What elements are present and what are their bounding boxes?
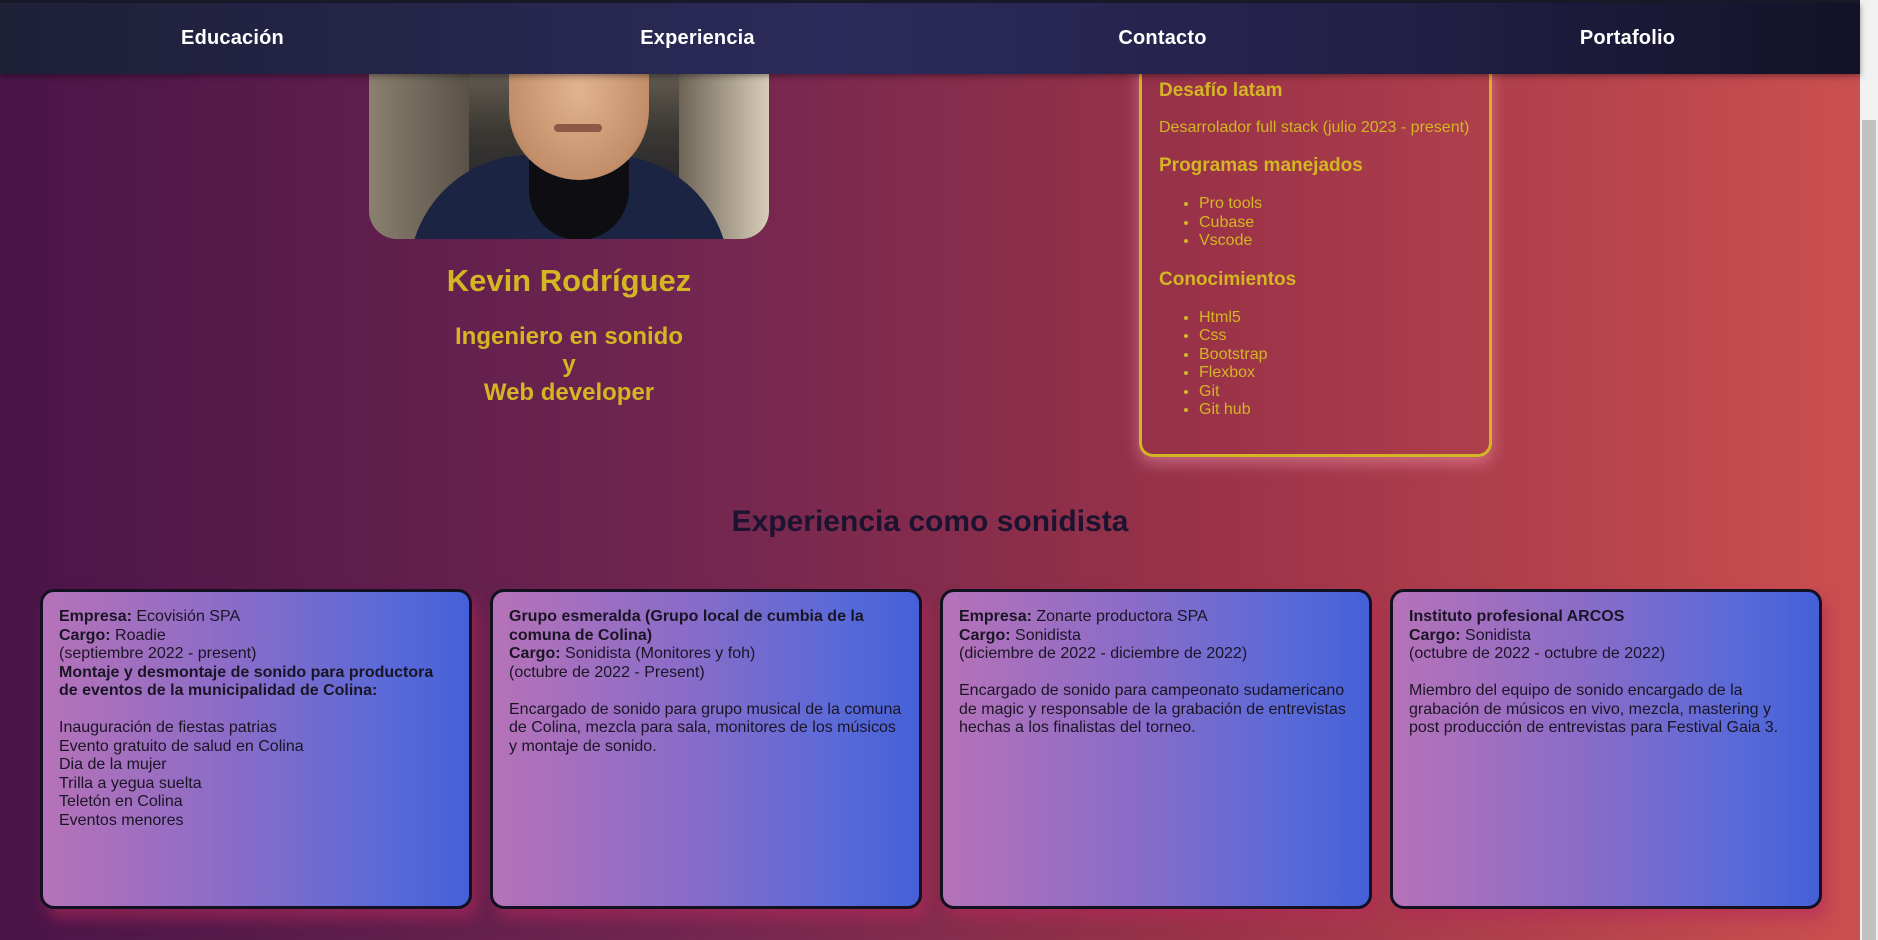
- card-dates: (octubre de 2022 - octubre de 2022): [1409, 645, 1666, 662]
- programs-list: Pro tools Cubase Vscode: [1159, 195, 1489, 251]
- company-name: Ecovisión SPA: [136, 608, 241, 625]
- list-item: Git hub: [1199, 401, 1489, 420]
- card-role-line: Cargo: Sonidista: [959, 627, 1353, 646]
- knowledge-heading: Conocimientos: [1159, 268, 1297, 290]
- card-role-line: Cargo: Sonidista: [1409, 627, 1803, 646]
- role-value: Roadie: [115, 626, 166, 644]
- programs-heading: Programas manejados: [1159, 155, 1363, 176]
- list-item: Bootstrap: [1199, 346, 1489, 365]
- card-role-line: Cargo: Sonidista (Monitores y foh): [509, 645, 903, 664]
- company-name: Grupo esmeralda (Grupo local de cumbia d…: [509, 608, 864, 644]
- card-role-line: Cargo: Roadie: [59, 627, 453, 646]
- profile-name: Kevin Rodríguez: [446, 263, 692, 298]
- list-item: Vscode: [1199, 232, 1489, 251]
- role-value: Sonidista: [1015, 626, 1081, 644]
- card-description: Encargado de sonido para grupo musical d…: [509, 700, 902, 755]
- event-item: Inauguración de fiestas patrias: [59, 719, 277, 736]
- experience-card-zonarte: Empresa: Zonarte productora SPA Cargo: S…: [940, 589, 1372, 909]
- company-label: Empresa:: [959, 608, 1032, 625]
- subtitle-line-1: Ingeniero en sonido: [454, 323, 683, 350]
- list-item: Flexbox: [1199, 364, 1489, 383]
- card-company-line: Empresa: Ecovisión SPA: [59, 608, 453, 627]
- card-description: Encargado de sonido para campeonato suda…: [959, 682, 1346, 736]
- card-company-line: Empresa: Zonarte productora SPA: [959, 608, 1353, 627]
- event-item: Evento gratuito de salud en Colina: [59, 737, 304, 755]
- card-dates: (octubre de 2022 - Present): [509, 663, 705, 681]
- scrollbar-thumb[interactable]: [1862, 120, 1876, 940]
- event-item: Eventos menores: [59, 811, 184, 829]
- list-item: Git: [1199, 383, 1489, 402]
- info-panel: Desafío latam Desarrolador full stack (j…: [1139, 56, 1492, 457]
- company-name: Zonarte productora SPA: [1036, 608, 1208, 625]
- current-job: Desarrolador full stack (julio 2023 - pr…: [1159, 119, 1470, 136]
- experience-card-esmeralda: Grupo esmeralda (Grupo local de cumbia d…: [490, 589, 922, 909]
- main-navbar: Educación Experiencia Contacto Portafoli…: [0, 3, 1860, 74]
- experience-cards: Empresa: Ecovisión SPA Cargo: Roadie (se…: [40, 589, 1824, 909]
- nav-link-contacto[interactable]: Contacto: [933, 27, 1393, 50]
- nav-link-experiencia[interactable]: Experiencia: [468, 27, 928, 50]
- list-item: Pro tools: [1199, 195, 1489, 214]
- card-dates: (septiembre 2022 - present): [59, 645, 257, 662]
- experience-card-ecovision: Empresa: Ecovisión SPA Cargo: Roadie (se…: [40, 589, 472, 909]
- role-label: Cargo:: [959, 626, 1011, 644]
- card-description: Miembro del equipo de sonido encargado d…: [1409, 682, 1779, 736]
- role-label: Cargo:: [59, 626, 111, 644]
- event-item: Trilla a yegua suelta: [59, 774, 202, 792]
- company-label: Empresa:: [59, 608, 132, 625]
- event-item: Teletón en Colina: [59, 793, 183, 810]
- role-value: Sonidista: [1465, 626, 1531, 644]
- role-label: Cargo:: [1409, 626, 1461, 644]
- subtitle-line-2: y: [562, 351, 576, 378]
- subtitle-line-3: Web developer: [483, 379, 655, 406]
- list-item: Html5: [1199, 309, 1489, 328]
- card-dates: (diciembre de 2022 - diciembre de 2022): [959, 645, 1248, 662]
- event-item: Dia de la mujer: [59, 756, 167, 773]
- list-item: Css: [1199, 327, 1489, 346]
- experience-section-title: Experiencia como sonidista: [731, 505, 1129, 538]
- knowledge-list: Html5 Css Bootstrap Flexbox Git Git hub: [1159, 309, 1489, 420]
- current-company: Desafío latam: [1159, 80, 1283, 101]
- list-item: Cubase: [1199, 214, 1489, 233]
- experience-card-arcos: Instituto profesional ARCOS Cargo: Sonid…: [1390, 589, 1822, 909]
- profile-subtitle: Ingeniero en sonido y Web developer: [369, 323, 769, 407]
- nav-link-educacion[interactable]: Educación: [3, 27, 463, 50]
- profile-photo: [369, 60, 769, 239]
- role-label: Cargo:: [509, 645, 561, 662]
- company-name: Instituto profesional ARCOS: [1409, 608, 1625, 625]
- role-value: Sonidista (Monitores y foh): [565, 645, 756, 662]
- card-heading: Montaje y desmontaje de sonido para prod…: [59, 663, 434, 700]
- nav-link-portafolio[interactable]: Portafolio: [1398, 27, 1858, 50]
